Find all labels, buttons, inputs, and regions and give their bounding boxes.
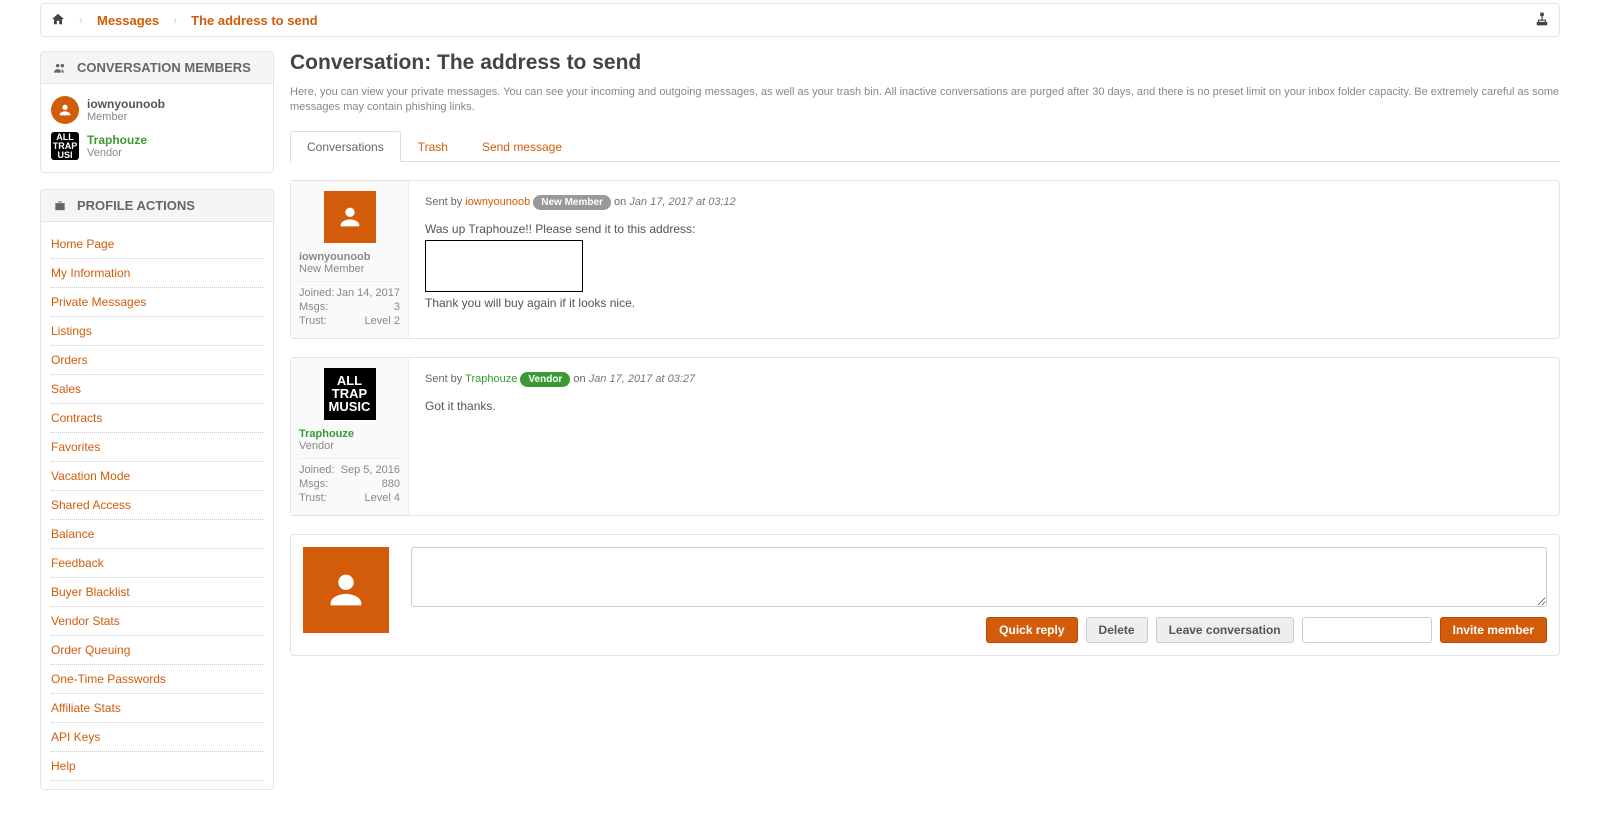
sender-badge: New Member [533,195,611,210]
page-title: Conversation: The address to send [290,51,1560,75]
leave-button[interactable]: Leave conversation [1156,617,1294,643]
message-card: ALLTRAPMUSICTraphouzeVendorJoined:Sep 5,… [290,357,1560,516]
message-avatar: ALLTRAPMUSIC [324,368,376,420]
message-user-panel: iownyounoobNew MemberJoined:Jan 14, 2017… [291,181,409,338]
tabs: Conversations Trash Send message [290,130,1560,162]
briefcase-icon [51,199,69,213]
quick-reply-button[interactable]: Quick reply [986,617,1077,643]
profile-actions-title: PROFILE ACTIONS [77,198,195,213]
member-row[interactable]: ALLTRAPUSI TraphouzeVendor [51,128,263,164]
message-text: Got it thanks. [425,397,1543,415]
breadcrumb-current[interactable]: The address to send [191,13,317,28]
tab-send[interactable]: Send message [465,131,579,162]
profile-action-link[interactable]: One-Time Passwords [51,665,263,694]
profile-action-link[interactable]: Affiliate Stats [51,694,263,723]
tab-conversations[interactable]: Conversations [290,131,401,162]
message-username[interactable]: iownyounoob [299,251,400,263]
profile-action-link[interactable]: Home Page [51,230,263,259]
reply-panel: Quick reply Delete Leave conversation In… [290,534,1560,656]
profile-action-link[interactable]: Help [51,752,263,781]
breadcrumb-messages[interactable]: Messages [97,13,159,28]
users-icon [51,61,69,75]
profile-action-link[interactable]: Buyer Blacklist [51,578,263,607]
profile-action-link[interactable]: Vendor Stats [51,607,263,636]
sender-badge: Vendor [520,372,570,387]
reply-avatar [303,547,389,633]
sitemap-icon[interactable] [1535,12,1549,29]
home-icon[interactable] [51,12,65,29]
message-avatar [324,191,376,243]
message-user-role: Vendor [299,440,400,459]
profile-action-link[interactable]: Shared Access [51,491,263,520]
members-title: CONVERSATION MEMBERS [77,60,251,75]
profile-action-link[interactable]: Balance [51,520,263,549]
stat-trust: Level 4 [365,492,400,504]
avatar: ALLTRAPUSI [51,132,79,160]
stat-msgs: 3 [394,301,400,313]
member-row[interactable]: iownyounoobMember [51,92,263,128]
message-username[interactable]: Traphouze [299,428,400,440]
invite-button[interactable]: Invite member [1440,617,1547,643]
profile-action-link[interactable]: My Information [51,259,263,288]
avatar [51,96,79,124]
message-meta: Sent by Traphouze Vendor on Jan 17, 2017… [425,372,1543,387]
redacted-block [425,240,583,292]
stat-joined: Sep 5, 2016 [341,464,400,476]
profile-action-link[interactable]: Sales [51,375,263,404]
profile-action-link[interactable]: Listings [51,317,263,346]
message-user-role: New Member [299,263,400,282]
message-text: Was up Traphouze!! Please send it to thi… [425,220,1543,312]
invite-input[interactable] [1302,617,1432,643]
member-name[interactable]: iownyounoob [87,97,165,111]
profile-action-link[interactable]: Order Queuing [51,636,263,665]
member-role: Vendor [87,147,147,159]
delete-button[interactable]: Delete [1086,617,1148,643]
member-role: Member [87,111,165,123]
tab-trash[interactable]: Trash [401,131,465,162]
message-user-panel: ALLTRAPMUSICTraphouzeVendorJoined:Sep 5,… [291,358,409,515]
stat-msgs: 880 [382,478,400,490]
profile-action-link[interactable]: Favorites [51,433,263,462]
message-sender[interactable]: iownyounoob [465,196,530,208]
profile-action-link[interactable]: Orders [51,346,263,375]
page-description: Here, you can view your private messages… [290,85,1560,116]
reply-textarea[interactable] [411,547,1547,607]
message-date: Jan 17, 2017 at 03:27 [589,373,695,385]
profile-action-link[interactable]: Private Messages [51,288,263,317]
stat-joined: Jan 14, 2017 [336,287,400,299]
member-name[interactable]: Traphouze [87,133,147,147]
stat-trust: Level 2 [365,315,400,327]
message-card: iownyounoobNew MemberJoined:Jan 14, 2017… [290,180,1560,339]
profile-action-link[interactable]: Vacation Mode [51,462,263,491]
message-sender[interactable]: Traphouze [465,373,517,385]
conversation-members-panel: CONVERSATION MEMBERS iownyounoobMemberAL… [40,51,274,173]
message-date: Jan 17, 2017 at 03:12 [629,196,735,208]
profile-action-link[interactable]: Feedback [51,549,263,578]
chevron-right-icon: › [79,13,83,27]
breadcrumb: › Messages › The address to send [40,3,1560,37]
message-meta: Sent by iownyounoob New Member on Jan 17… [425,195,1543,210]
chevron-right-icon: › [173,13,177,27]
profile-action-link[interactable]: API Keys [51,723,263,752]
profile-action-link[interactable]: Contracts [51,404,263,433]
profile-actions-panel: PROFILE ACTIONS Home PageMy InformationP… [40,189,274,790]
